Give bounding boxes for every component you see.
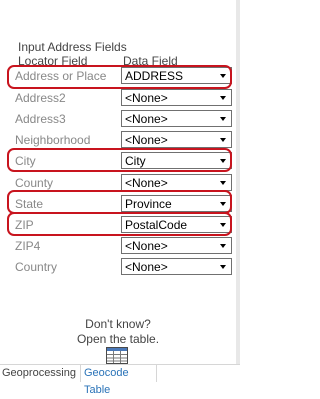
select-value: Province [125, 197, 172, 211]
dropdown-arrow-icon [220, 96, 226, 100]
address-or-place-select[interactable]: ADDRESS [121, 67, 232, 84]
select-value: PostalCode [125, 218, 188, 232]
county-select[interactable]: <None> [121, 174, 232, 191]
state-select[interactable]: Province [121, 195, 232, 212]
select-value: <None> [125, 176, 168, 190]
field-label: State [15, 197, 44, 211]
field-label: Address or Place [15, 69, 107, 83]
dropdown-arrow-icon [220, 117, 226, 121]
field-label: County [15, 176, 54, 190]
dropdown-arrow-icon [220, 181, 226, 185]
field-row-neighborhood: Neighborhood <None> [0, 130, 236, 150]
country-select[interactable]: <None> [121, 258, 232, 275]
dropdown-arrow-icon [220, 244, 226, 248]
field-row-country: Country <None> [0, 257, 236, 277]
select-value: <None> [125, 91, 168, 105]
field-row-address2: Address2 <None> [0, 88, 236, 108]
help-text-line1: Don't know? [85, 317, 151, 331]
select-value: <None> [125, 260, 168, 274]
field-label: Neighborhood [15, 133, 91, 147]
geocode-panel: Input Address Fields Locator Field Data … [0, 0, 236, 382]
dropdown-arrow-icon [220, 74, 226, 78]
field-row-zip: ZIP PostalCode [0, 215, 236, 235]
select-value: <None> [125, 239, 168, 253]
tab-geocode-table[interactable]: Geocode Table [80, 365, 157, 396]
field-row-address-or-place: Address or Place ADDRESS [0, 66, 236, 86]
section-title: Input Address Fields [18, 40, 127, 54]
field-row-county: County <None> [0, 173, 236, 193]
select-value: <None> [125, 112, 168, 126]
dropdown-arrow-icon [220, 223, 226, 227]
dropdown-arrow-icon [220, 138, 226, 142]
zip-select[interactable]: PostalCode [121, 216, 232, 233]
address3-select[interactable]: <None> [121, 110, 232, 127]
dropdown-arrow-icon [220, 202, 226, 206]
select-value: ADDRESS [125, 69, 184, 83]
field-label: Address3 [15, 112, 66, 126]
bottom-tab-bar: Geoprocessing Geocode Table [0, 364, 240, 396]
field-row-city: City City [0, 151, 236, 171]
city-select[interactable]: City [121, 152, 232, 169]
field-label: ZIP4 [15, 239, 41, 253]
panel-scroll-edge [236, 0, 240, 382]
dropdown-arrow-icon [220, 159, 226, 163]
field-row-zip4: ZIP4 <None> [0, 236, 236, 256]
field-label: Country [15, 260, 58, 274]
table-icon[interactable] [106, 347, 128, 364]
address2-select[interactable]: <None> [121, 89, 232, 106]
zip4-select[interactable]: <None> [121, 237, 232, 254]
field-label: City [15, 154, 36, 168]
select-value: City [125, 154, 146, 168]
dropdown-arrow-icon [220, 265, 226, 269]
tab-geoprocessing[interactable]: Geoprocessing [2, 365, 76, 382]
field-label: Address2 [15, 91, 66, 105]
field-row-address3: Address3 <None> [0, 109, 236, 129]
open-table-link[interactable]: Open the table. [0, 332, 236, 346]
neighborhood-select[interactable]: <None> [121, 131, 232, 148]
field-label: ZIP [15, 218, 34, 232]
field-row-state: State Province [0, 194, 236, 214]
select-value: <None> [125, 133, 168, 147]
